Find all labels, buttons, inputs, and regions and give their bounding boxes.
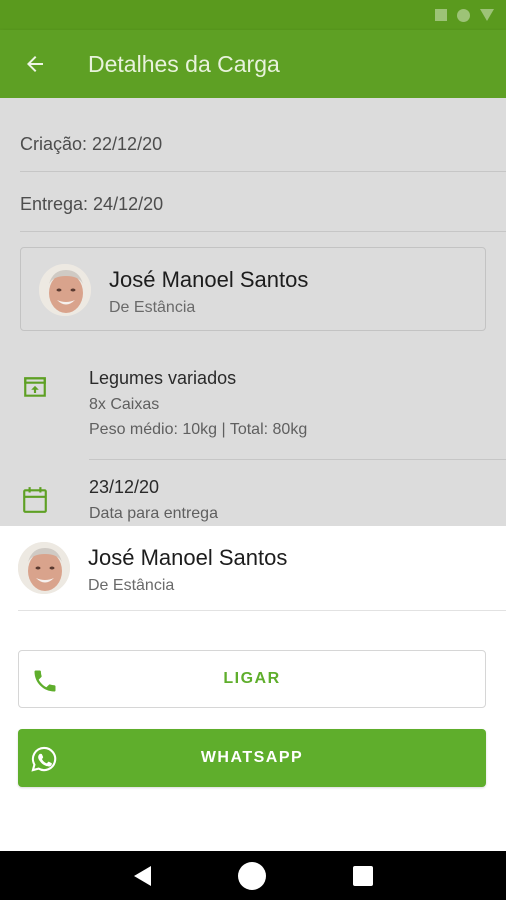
contact-origin: De Estância	[88, 577, 175, 594]
nav-back-icon[interactable]	[133, 865, 151, 886]
status-signal-icon	[480, 9, 494, 21]
avatar	[18, 542, 70, 594]
status-square-icon	[435, 9, 447, 21]
sender-origin: De Estância	[109, 299, 196, 316]
calendar-icon	[23, 487, 47, 513]
person-photo-icon	[18, 542, 70, 594]
main-content: Criação: 22/12/20 Entrega: 24/12/20 José…	[0, 98, 506, 528]
creation-date: Criação: 22/12/20	[20, 134, 163, 154]
back-button[interactable]	[0, 30, 70, 98]
contact-name: José Manoel Santos	[88, 545, 288, 570]
delivery-date: Entrega: 24/12/20	[20, 194, 164, 214]
avatar	[39, 264, 91, 316]
call-button-label: LIGAR	[223, 670, 281, 687]
cargo-title: Legumes variados	[89, 368, 237, 388]
archive-box-icon	[24, 377, 46, 397]
status-bar	[0, 0, 506, 30]
status-dot-icon	[457, 8, 470, 22]
call-button[interactable]: LIGAR	[18, 650, 486, 708]
nav-recents-icon[interactable]	[352, 865, 373, 886]
person-photo-icon	[39, 264, 91, 316]
nav-home-icon[interactable]	[237, 861, 266, 890]
page-title: Detalhes da Carga	[88, 50, 280, 77]
whatsapp-icon	[31, 746, 57, 772]
arrow-left-icon	[27, 56, 43, 72]
sender-name: José Manoel Santos	[109, 267, 309, 292]
delivery-target-label: Data para entrega	[89, 505, 218, 522]
whatsapp-button[interactable]: WHATSAPP	[18, 729, 486, 787]
delivery-target-date: 23/12/20	[89, 477, 160, 497]
app-bar: Detalhes da Carga	[0, 30, 506, 98]
divider	[18, 610, 506, 611]
divider	[89, 459, 506, 460]
sender-card[interactable]: José Manoel Santos De Estância	[20, 247, 486, 331]
phone-icon	[34, 670, 56, 692]
divider	[20, 171, 506, 172]
divider	[20, 231, 506, 232]
contact-bottom-sheet: José Manoel Santos De Estância LIGAR WHA…	[0, 526, 506, 851]
cargo-weight: Peso médio: 10kg | Total: 80kg	[89, 421, 308, 438]
system-nav-bar	[0, 851, 506, 900]
whatsapp-button-label: WHATSAPP	[200, 749, 304, 766]
cargo-quantity: 8x Caixas	[89, 396, 160, 413]
